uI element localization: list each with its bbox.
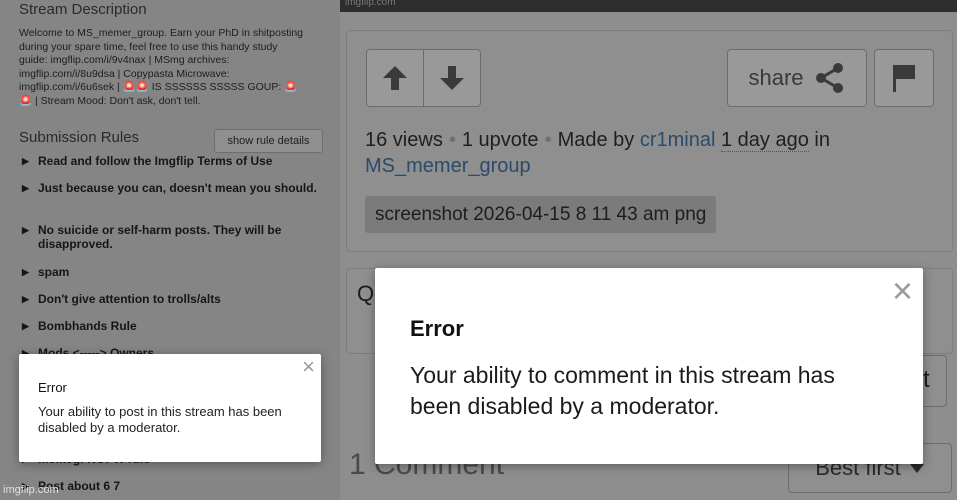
stream-description: Welcome to MS_memer_group. Earn your PhD…: [19, 27, 327, 108]
image-watermark: imgflip.com: [345, 0, 396, 8]
expand-triangle-icon: ▶: [22, 183, 29, 193]
post-tag[interactable]: screenshot 2026-04-15 8 11 43 am png: [365, 196, 717, 233]
description-line: imgflip.com/i/8u9dsa | Copypasta Microwa…: [19, 67, 230, 80]
description-line: Welcome to MS_memer_group. Earn your PhD…: [19, 27, 304, 39]
show-rule-details-button[interactable]: show rule details: [214, 129, 323, 153]
vote-box: [366, 49, 481, 107]
rule-item[interactable]: ▶ Don't give attention to trolls/alts: [22, 292, 322, 306]
upvote-count: 1 upvote: [461, 129, 539, 151]
in-label: in: [814, 129, 830, 151]
dialog-title: Error: [410, 316, 464, 341]
share-button[interactable]: share: [727, 49, 867, 107]
author-link[interactable]: cr1minal: [640, 129, 716, 151]
stream-link[interactable]: MS_memer_group: [365, 155, 531, 177]
stream-description-heading: Stream Description: [19, 1, 147, 18]
close-icon[interactable]: ×: [302, 354, 315, 380]
expand-triangle-icon: ▶: [22, 267, 29, 277]
comment-placeholder-fragment: Q: [357, 281, 375, 306]
dialog-message: Your ability to comment in this stream h…: [410, 362, 835, 419]
rule-item[interactable]: ▶ Just because you can, doesn't mean you …: [22, 181, 322, 195]
expand-triangle-icon: ▶: [22, 294, 29, 304]
downvote-button[interactable]: [423, 50, 480, 106]
description-line: during your spare time, feel free to use…: [19, 40, 278, 53]
flag-button[interactable]: [874, 49, 934, 107]
arrow-up-icon: [383, 66, 407, 90]
post-comment-label-fragment: t: [923, 366, 930, 393]
rule-item[interactable]: ▶ spam: [22, 265, 322, 279]
dialog-title: Error: [38, 380, 67, 395]
close-icon[interactable]: ×: [892, 270, 913, 312]
rule-item[interactable]: ▶ No suicide or self-harm posts. They wil…: [22, 223, 322, 251]
expand-triangle-icon: ▶: [22, 225, 29, 235]
share-icon: [815, 63, 843, 93]
meme-image: imgflip.com: [340, 0, 957, 12]
view-count: 16 views: [365, 129, 443, 151]
arrow-down-icon: [440, 66, 464, 90]
flag-icon: [893, 65, 915, 92]
rule-item[interactable]: ▶ Bombhands Rule: [22, 319, 322, 333]
description-line: imgflip.com/i/6u6sek | 🚨🚨 IS SSSSSS SSSS…: [19, 81, 298, 93]
made-by-label: Made by: [557, 129, 635, 151]
error-dialog-comment: × Error Your ability to comment in this …: [375, 268, 923, 464]
expand-triangle-icon: ▶: [22, 156, 29, 166]
rule-item[interactable]: ▶ Read and follow the Imgflip Terms of Us…: [22, 154, 322, 168]
rule-item[interactable]: ▶ Post about 6 7: [22, 479, 322, 493]
upvote-button[interactable]: [367, 50, 423, 106]
dialog-message: Your ability to post in this stream has …: [38, 404, 282, 435]
error-dialog-post: × Error Your ability to post in this str…: [19, 354, 321, 462]
description-line: guide: imgflip.com/i/9v4nax | MSmg archi…: [19, 54, 230, 66]
imgflip-watermark: imgflip.com: [3, 484, 59, 496]
submission-rules-heading: Submission Rules: [19, 129, 140, 146]
expand-triangle-icon: ▶: [22, 321, 29, 331]
share-label: share: [748, 65, 804, 90]
post-time: 1 day ago: [721, 129, 809, 152]
post-actions-card: share 16 views • 1 upvote • Made by cr1minal…: [346, 30, 953, 252]
post-meta: 16 views • 1 upvote • Made by cr1minal 1 day…: [365, 129, 830, 177]
description-line: 🚨 | Stream Mood: Don't ask, don't tell.: [19, 94, 201, 107]
